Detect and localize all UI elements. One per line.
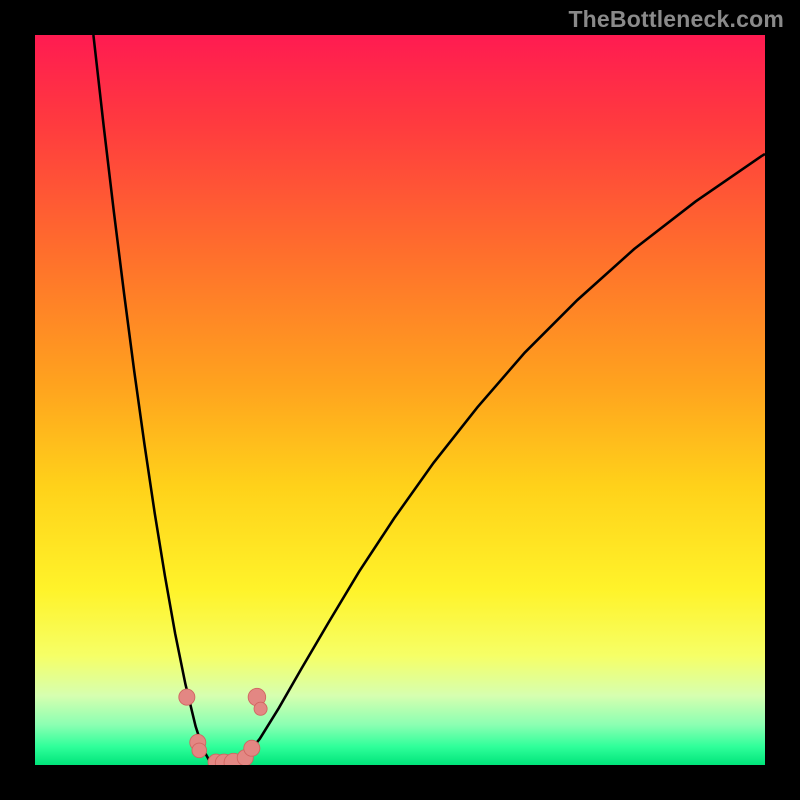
curve-right-branch: [232, 154, 765, 765]
chart-frame: TheBottleneck.com: [0, 0, 800, 800]
plot-area: [35, 35, 765, 765]
data-marker: [192, 743, 207, 758]
data-marker: [244, 740, 260, 756]
curve-left-branch: [93, 35, 232, 765]
watermark-text: TheBottleneck.com: [568, 6, 784, 33]
data-marker: [254, 702, 267, 715]
data-marker: [179, 689, 195, 705]
bottleneck-curve: [35, 35, 765, 765]
data-markers: [179, 688, 267, 765]
